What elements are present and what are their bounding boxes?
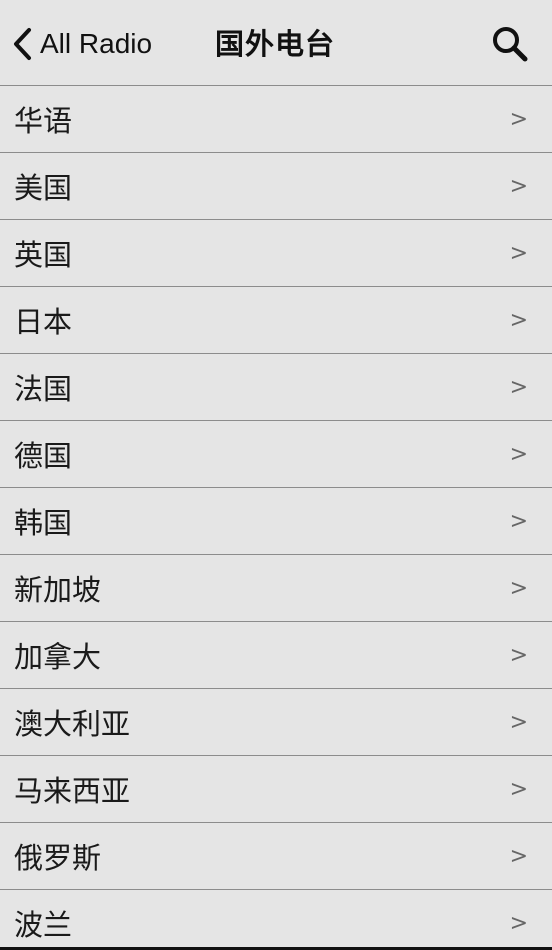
search-icon bbox=[493, 27, 528, 62]
page-title: 国外电台 bbox=[215, 27, 336, 61]
list-item[interactable]: 韩国 > bbox=[0, 488, 552, 555]
list-item-label: 法国 bbox=[14, 372, 73, 406]
chevron-right-icon: > bbox=[509, 441, 528, 467]
chevron-right-icon: > bbox=[509, 843, 528, 869]
chevron-right-icon: > bbox=[509, 910, 528, 936]
list-item[interactable]: 法国 > bbox=[0, 354, 552, 421]
nav-header: All Radio 国外电台 bbox=[0, 0, 552, 86]
back-label: All Radio bbox=[40, 28, 153, 59]
list-item-label: 俄罗斯 bbox=[14, 841, 102, 875]
app-window: All Radio 国外电台 华语 > 美国 > 英国 > 日本 > 法国 > … bbox=[0, 0, 552, 950]
chevron-right-icon: > bbox=[509, 307, 528, 333]
list-item-label: 新加坡 bbox=[14, 573, 102, 607]
chevron-right-icon: > bbox=[509, 508, 528, 534]
list-item[interactable]: 美国 > bbox=[0, 153, 552, 220]
list-item[interactable]: 澳大利亚 > bbox=[0, 689, 552, 756]
list-item-label: 韩国 bbox=[14, 506, 73, 540]
list-item-label: 德国 bbox=[14, 439, 73, 473]
list-item[interactable]: 加拿大 > bbox=[0, 622, 552, 689]
list-item-label: 加拿大 bbox=[14, 640, 102, 674]
list-item-label: 美国 bbox=[14, 171, 73, 205]
chevron-right-icon: > bbox=[509, 642, 528, 668]
chevron-right-icon: > bbox=[509, 173, 528, 199]
list-item[interactable]: 新加坡 > bbox=[0, 555, 552, 622]
chevron-right-icon: > bbox=[509, 374, 528, 400]
list-item[interactable]: 华语 > bbox=[0, 86, 552, 153]
list-item[interactable]: 马来西亚 > bbox=[0, 756, 552, 823]
chevron-right-icon: > bbox=[509, 106, 528, 132]
chevron-right-icon: > bbox=[509, 709, 528, 735]
list-item-label: 马来西亚 bbox=[14, 774, 131, 808]
list-item-label: 日本 bbox=[14, 305, 73, 339]
list-item[interactable]: 俄罗斯 > bbox=[0, 823, 552, 890]
back-button[interactable]: All Radio bbox=[10, 22, 152, 66]
list-item-label: 英国 bbox=[14, 238, 73, 272]
country-list: 华语 > 美国 > 英国 > 日本 > 法国 > 德国 > 韩国 > 新加坡 > bbox=[0, 86, 552, 950]
list-item-label: 波兰 bbox=[14, 908, 73, 942]
list-item-label: 澳大利亚 bbox=[14, 707, 131, 741]
chevron-right-icon: > bbox=[509, 240, 528, 266]
chevron-left-icon bbox=[10, 24, 36, 64]
list-item[interactable]: 波兰 > bbox=[0, 890, 552, 950]
chevron-right-icon: > bbox=[509, 776, 528, 802]
search-button[interactable] bbox=[490, 24, 530, 64]
list-item[interactable]: 德国 > bbox=[0, 421, 552, 488]
list-item-label: 华语 bbox=[14, 104, 73, 138]
chevron-right-icon: > bbox=[509, 575, 528, 601]
list-item[interactable]: 英国 > bbox=[0, 220, 552, 287]
list-item[interactable]: 日本 > bbox=[0, 287, 552, 354]
